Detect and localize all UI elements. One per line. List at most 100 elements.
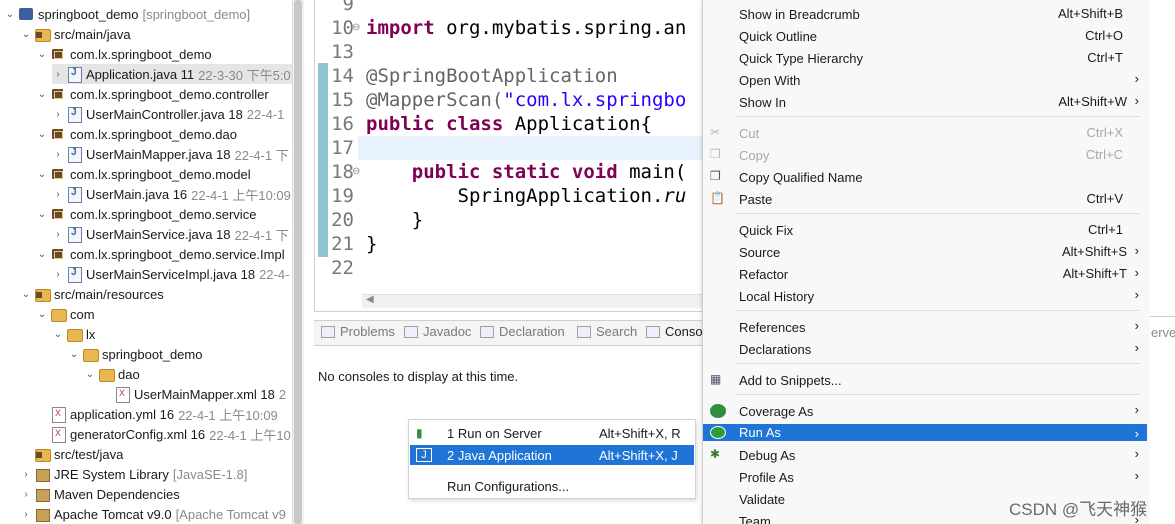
expand-toggle-icon[interactable]: ⌄ bbox=[36, 209, 48, 220]
code-line[interactable]: } bbox=[366, 208, 423, 232]
submenu-item-run-configurations[interactable]: Run Configurations... bbox=[410, 476, 694, 496]
tree-item[interactable]: application.yml 16 22-4-1 上午10:09 bbox=[36, 404, 278, 424]
editor-horizontal-scrollbar[interactable]: ◀ bbox=[362, 294, 702, 308]
code-line[interactable]: import org.mybatis.spring.an bbox=[366, 16, 686, 40]
expand-toggle-icon[interactable]: ⌄ bbox=[4, 9, 16, 20]
tree-item[interactable]: › Apache Tomcat v9.0 [Apache Tomcat v9 bbox=[20, 504, 286, 524]
collapse-toggle-icon[interactable]: › bbox=[52, 189, 64, 200]
expand-toggle-icon[interactable]: ⌄ bbox=[36, 129, 48, 140]
menu-item-show-in[interactable]: Show In Alt+Shift+W › bbox=[703, 91, 1147, 113]
menu-item-paste[interactable]: 📋 Paste Ctrl+V bbox=[703, 188, 1147, 210]
tree-item[interactable]: ⌄ com.lx.springboot_demo.dao bbox=[36, 124, 237, 144]
menu-item-coverage-as[interactable]: Coverage As › bbox=[703, 400, 1147, 422]
fold-toggle-icon[interactable]: ⊖ bbox=[352, 166, 360, 177]
code-line[interactable]: SpringApplication.ru bbox=[366, 184, 687, 208]
menu-item-declarations[interactable]: Declarations › bbox=[703, 338, 1147, 360]
explorer-scrollbar-thumb[interactable] bbox=[294, 0, 302, 524]
menu-item-references[interactable]: References › bbox=[703, 316, 1147, 338]
code-keyword: public static void bbox=[411, 161, 618, 183]
tree-item[interactable]: ⌄ com.lx.springboot_demo bbox=[36, 44, 212, 64]
view-tab-problems[interactable]: Problems bbox=[321, 324, 395, 339]
collapse-toggle-icon[interactable]: › bbox=[20, 509, 32, 520]
tree-item[interactable]: ⌄ com.lx.springboot_demo.service bbox=[36, 204, 257, 224]
expand-toggle-icon[interactable]: ⌄ bbox=[20, 29, 32, 40]
expand-toggle-icon[interactable]: ⌄ bbox=[20, 289, 32, 300]
expand-toggle-icon[interactable]: ⌄ bbox=[36, 309, 48, 320]
menu-item-cut: ✂ Cut Ctrl+X bbox=[703, 122, 1147, 144]
fold-toggle-icon[interactable]: ⊖ bbox=[352, 22, 360, 33]
expand-toggle-icon[interactable]: ⌄ bbox=[84, 369, 96, 380]
tree-item[interactable]: ⌄ com.lx.springboot_demo.controller bbox=[36, 84, 269, 104]
menu-item-open-with[interactable]: Open With › bbox=[703, 69, 1147, 91]
view-tab-declaration[interactable]: Declaration bbox=[480, 324, 565, 339]
collapse-toggle-icon[interactable]: › bbox=[52, 269, 64, 280]
tree-item-label: com.lx.springboot_demo.model bbox=[70, 166, 251, 182]
folder-icon bbox=[66, 327, 83, 342]
menu-item-quick-outline[interactable]: Quick Outline Ctrl+O bbox=[703, 25, 1147, 47]
menu-item-debug-as[interactable]: ✱ Debug As › bbox=[703, 444, 1147, 466]
collapse-toggle-icon[interactable]: › bbox=[52, 229, 64, 240]
tree-item[interactable]: ⌄ com bbox=[36, 304, 95, 324]
menu-item-add-to-snippets[interactable]: ▦ Add to Snippets... bbox=[703, 369, 1147, 391]
tree-item[interactable]: › Application.java 11 22-3-30 下午5:0 bbox=[52, 64, 293, 84]
tree-item[interactable]: ⌄ com.lx.springboot_demo.service.Impl bbox=[36, 244, 285, 264]
submenu-item-1-run-on-server[interactable]: ▮ 1 Run on Server Alt+Shift+X, R bbox=[410, 423, 694, 443]
expand-toggle-icon[interactable]: ⌄ bbox=[52, 329, 64, 340]
menu-item-show-in-breadcrumb[interactable]: Show in Breadcrumb Alt+Shift+B bbox=[703, 3, 1147, 25]
tree-item[interactable]: ⌄ springboot_demo bbox=[68, 344, 202, 364]
collapse-toggle-icon[interactable]: › bbox=[52, 149, 64, 160]
tree-item[interactable]: ⌄ src/main/java bbox=[20, 24, 131, 44]
code-line[interactable]: @SpringBootApplication bbox=[366, 64, 618, 88]
expand-toggle-icon[interactable]: ⌄ bbox=[68, 349, 80, 360]
menu-item-profile-as[interactable]: Profile As › bbox=[703, 466, 1147, 488]
tree-item[interactable]: › UserMainController.java 18 22-4-1 bbox=[52, 104, 284, 124]
tree-item[interactable]: ⌄ dao bbox=[84, 364, 140, 384]
menu-item-label: Quick Type Hierarchy bbox=[739, 50, 864, 66]
expand-toggle-icon[interactable]: ⌄ bbox=[36, 249, 48, 260]
tree-item[interactable]: ⌄ lx bbox=[52, 324, 95, 344]
expand-toggle-icon[interactable]: ⌄ bbox=[36, 169, 48, 180]
collapse-toggle-icon[interactable]: › bbox=[20, 469, 32, 480]
menu-item-local-history[interactable]: Local History › bbox=[703, 285, 1147, 307]
menu-spacer bbox=[710, 244, 726, 260]
tree-item[interactable]: src/test/java bbox=[20, 444, 123, 464]
submenu-item-2-java-application[interactable]: J 2 Java Application Alt+Shift+X, J bbox=[410, 445, 694, 465]
chevron-right-icon: › bbox=[1134, 512, 1139, 524]
menu-item-copy-qualified-name[interactable]: ❐ Copy Qualified Name bbox=[703, 166, 1147, 188]
menu-item-refactor[interactable]: Refactor Alt+Shift+T › bbox=[703, 263, 1147, 285]
code-line[interactable]: public static void main( bbox=[366, 160, 687, 184]
menu-item-quick-type-hierarchy[interactable]: Quick Type Hierarchy Ctrl+T bbox=[703, 47, 1147, 69]
tree-item[interactable]: › UserMainMapper.java 18 22-4-1 下 bbox=[52, 144, 289, 164]
code-line[interactable]: } bbox=[366, 232, 377, 256]
menu-spacer bbox=[710, 288, 726, 304]
view-tab-search[interactable]: Search bbox=[577, 324, 637, 339]
menu-item-quick-fix[interactable]: Quick Fix Ctrl+1 bbox=[703, 219, 1147, 241]
expand-toggle-icon[interactable]: ⌄ bbox=[36, 49, 48, 60]
code-line[interactable]: public class Application{ bbox=[366, 112, 652, 136]
menu-item-team[interactable]: Team › bbox=[703, 510, 1147, 524]
tree-item-label: com.lx.springboot_demo.service bbox=[70, 206, 257, 222]
tree-item[interactable]: UserMainMapper.xml 18 2 bbox=[100, 384, 286, 404]
tree-item[interactable]: › JRE System Library [JavaSE-1.8] bbox=[20, 464, 247, 484]
expand-toggle-icon[interactable]: ⌄ bbox=[36, 89, 48, 100]
view-tab-conso[interactable]: Conso bbox=[646, 324, 703, 339]
tree-item[interactable]: ⌄ springboot_demo [springboot_demo] bbox=[4, 4, 250, 24]
servers-tab-label[interactable]: erve bbox=[1151, 325, 1175, 340]
tree-item[interactable]: › UserMainService.java 18 22-4-1 下 bbox=[52, 224, 289, 244]
collapse-toggle-icon[interactable]: › bbox=[52, 69, 64, 80]
tree-item[interactable]: ⌄ src/main/resources bbox=[20, 284, 164, 304]
code-line[interactable]: @MapperScan("com.lx.springbo bbox=[366, 88, 686, 112]
tree-item[interactable]: › Maven Dependencies bbox=[20, 484, 180, 504]
tree-item[interactable]: generatorConfig.xml 16 22-4-1 上午10 bbox=[36, 424, 291, 444]
tree-item[interactable]: ⌄ com.lx.springboot_demo.model bbox=[36, 164, 251, 184]
tree-item[interactable]: › UserMainServiceImpl.java 18 22-4- bbox=[52, 264, 289, 284]
menu-item-run-as[interactable]: Run As › bbox=[703, 424, 1147, 441]
folder-icon bbox=[50, 307, 67, 322]
menu-item-validate[interactable]: Validate bbox=[703, 488, 1147, 510]
menu-item-source[interactable]: Source Alt+Shift+S › bbox=[703, 241, 1147, 263]
view-tab-javadoc[interactable]: Javadoc bbox=[404, 324, 471, 339]
collapse-toggle-icon[interactable]: › bbox=[52, 109, 64, 120]
collapse-toggle-icon[interactable]: › bbox=[20, 489, 32, 500]
scroll-left-icon[interactable]: ◀ bbox=[366, 294, 374, 305]
tree-item[interactable]: › UserMain.java 16 22-4-1 上午10:09 bbox=[52, 184, 291, 204]
